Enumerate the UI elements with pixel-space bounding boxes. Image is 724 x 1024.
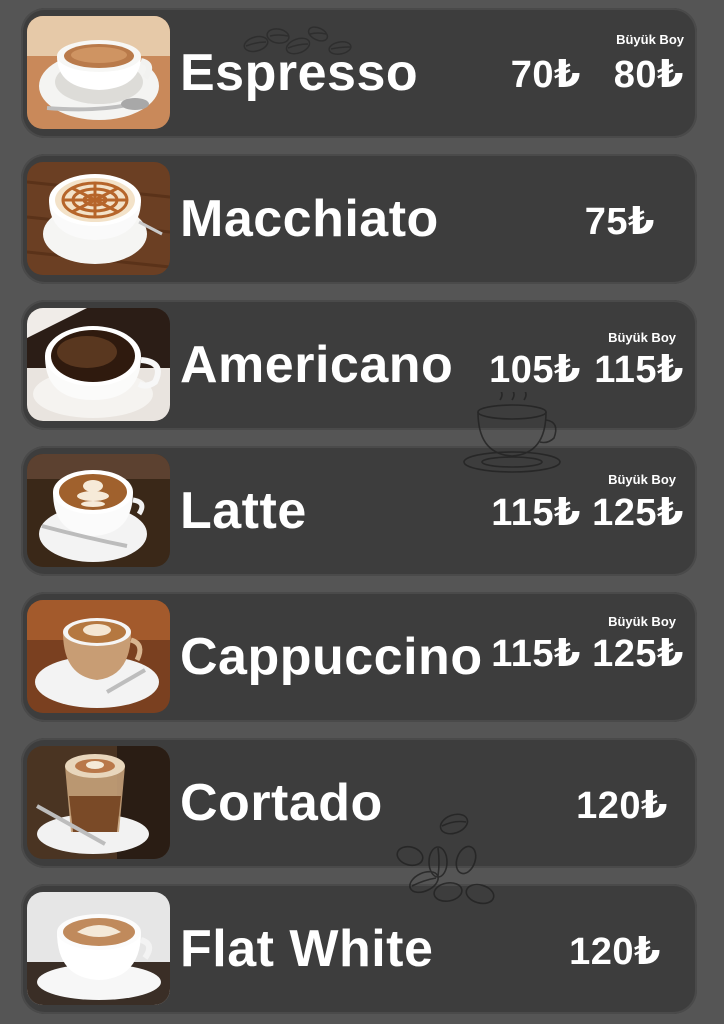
large-size-label: Büyük Boy — [616, 32, 684, 47]
item-price: 75₺ — [584, 201, 655, 243]
cortado-photo — [27, 746, 170, 859]
item-price: 120₺ — [569, 931, 661, 973]
item-price: 120₺ — [576, 785, 668, 827]
item-name: Macchiato — [180, 190, 439, 248]
item-price: 115₺ — [491, 633, 581, 675]
menu-item-cappuccino[interactable]: Cappuccino Büyük Boy 115₺ 125₺ — [21, 592, 697, 722]
large-size-label: Büyük Boy — [608, 614, 676, 629]
menu-item-americano[interactable]: Americano Büyük Boy 105₺ 115₺ — [21, 300, 697, 430]
item-large-price: 125₺ — [592, 492, 684, 534]
menu-item-cortado[interactable]: Cortado 120₺ — [21, 738, 697, 868]
item-name: Flat White — [180, 920, 434, 978]
item-large-price: 115₺ — [594, 349, 684, 391]
item-price: 105₺ — [489, 349, 581, 391]
menu-item-flat-white[interactable]: Flat White 120₺ — [21, 884, 697, 1014]
item-name: Latte — [180, 482, 307, 540]
item-price: 70₺ — [510, 54, 581, 96]
item-name: Cortado — [180, 774, 383, 832]
large-size-label: Büyük Boy — [608, 472, 676, 487]
flat-white-photo — [27, 892, 170, 1005]
macchiato-photo — [27, 162, 170, 275]
menu-item-espresso[interactable]: Espresso Büyük Boy 70₺ 80₺ — [21, 8, 697, 138]
coffee-menu: Espresso Büyük Boy 70₺ 80₺ Macchiato 75₺… — [0, 0, 724, 1024]
item-name: Cappuccino — [180, 628, 483, 686]
latte-photo — [27, 454, 170, 567]
large-size-label: Büyük Boy — [608, 330, 676, 345]
espresso-photo — [27, 16, 170, 129]
item-name: Americano — [180, 336, 454, 394]
item-price: 115₺ — [491, 492, 581, 534]
cappuccino-photo — [27, 600, 170, 713]
menu-item-latte[interactable]: Latte Büyük Boy 115₺ 125₺ — [21, 446, 697, 576]
americano-photo — [27, 308, 170, 421]
item-name: Espresso — [180, 44, 419, 102]
menu-item-macchiato[interactable]: Macchiato 75₺ — [21, 154, 697, 284]
item-large-price: 125₺ — [592, 633, 684, 675]
item-large-price: 80₺ — [613, 54, 684, 96]
